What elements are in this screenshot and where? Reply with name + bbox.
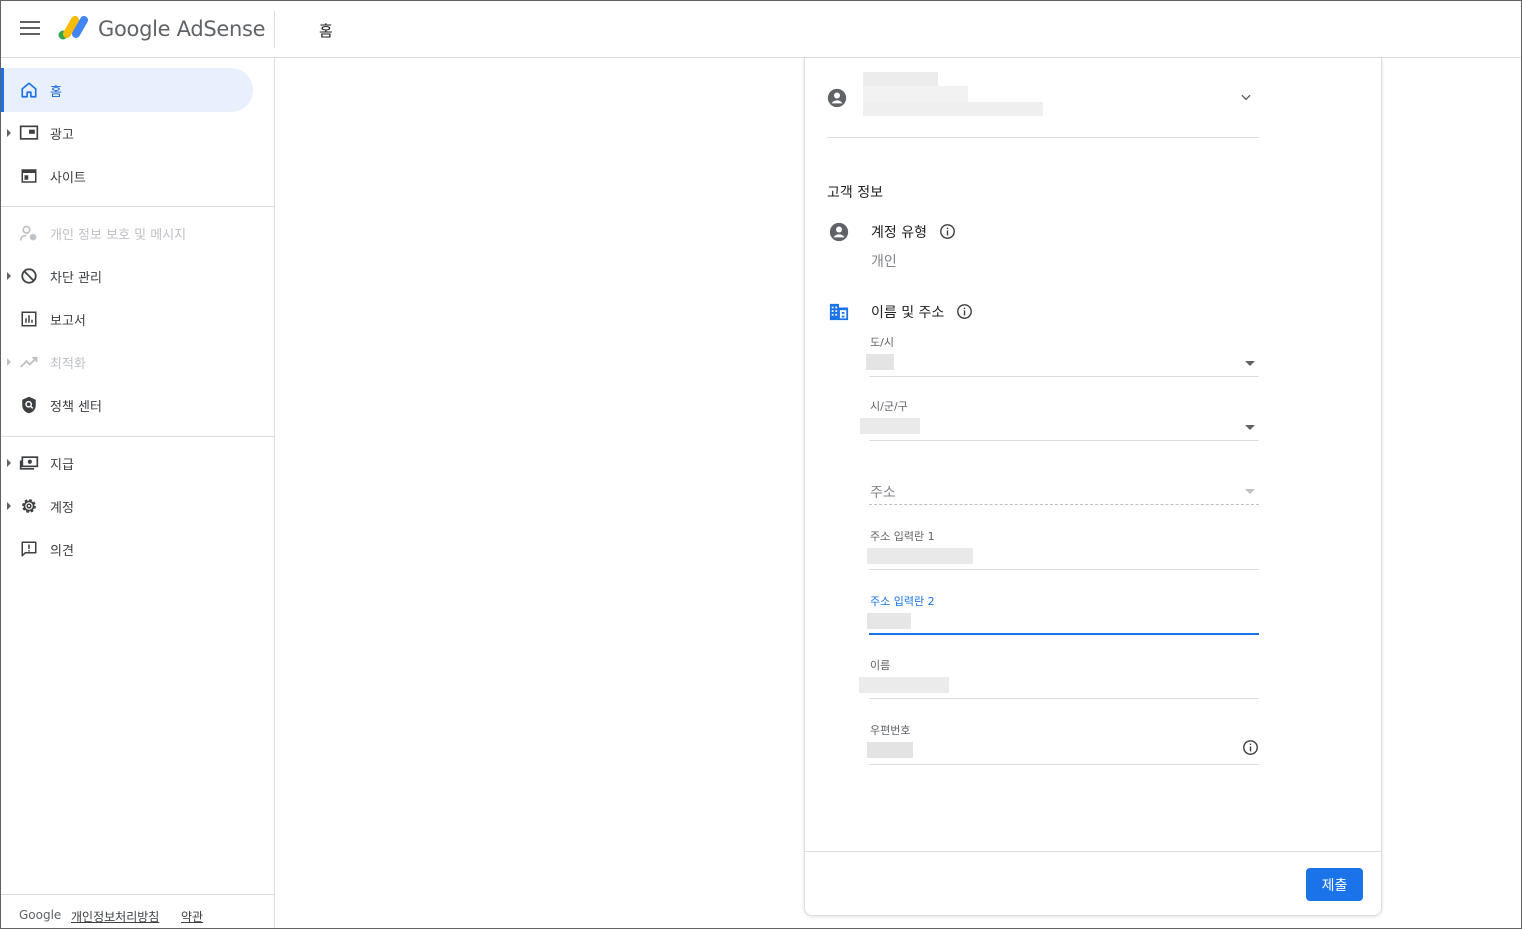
sidebar-divider bbox=[1, 436, 274, 437]
sidebar-item-policy-center[interactable]: 정책 센터 bbox=[1, 383, 253, 427]
account-selector[interactable] bbox=[827, 58, 1259, 138]
sidebar: 홈 광고 사이트 개인 정보 보호 및 메시지 차단 관리 보고서 최적화 정책… bbox=[1, 58, 275, 928]
sidebar-footer: Google 개인정보처리방침 약관 bbox=[1, 894, 274, 928]
chevron-down-icon bbox=[1241, 94, 1251, 101]
dropdown-arrow-icon bbox=[1245, 361, 1255, 366]
sidebar-item-label: 의견 bbox=[50, 543, 74, 559]
reports-icon bbox=[18, 308, 40, 330]
card-divider bbox=[805, 851, 1381, 852]
sidebar-item-label: 정책 센터 bbox=[50, 399, 102, 415]
payments-icon bbox=[18, 452, 40, 474]
expand-arrow-icon bbox=[7, 358, 11, 366]
expand-arrow-icon bbox=[7, 129, 11, 137]
page-title: 홈 bbox=[319, 22, 333, 40]
province-select[interactable]: 도/시 bbox=[866, 334, 1259, 377]
redacted-value bbox=[866, 354, 894, 370]
sidebar-item-privacy-messaging[interactable]: 개인 정보 보호 및 메시지 bbox=[1, 211, 253, 255]
field-label: 주소 입력란 1 bbox=[870, 530, 935, 543]
redacted-value bbox=[867, 613, 911, 629]
main-menu-button[interactable] bbox=[19, 18, 41, 40]
field-label: 주소 입력란 2 bbox=[870, 595, 935, 608]
postal-code-input[interactable]: 우편번호 bbox=[867, 722, 1259, 765]
sidebar-item-label: 차단 관리 bbox=[50, 270, 102, 286]
header-divider bbox=[274, 11, 275, 48]
account-type-label: 계정 유형 bbox=[871, 225, 927, 241]
sidebar-item-optimize[interactable]: 최적화 bbox=[1, 340, 253, 384]
section-title: 고객 정보 bbox=[827, 185, 883, 201]
info-icon[interactable] bbox=[1242, 739, 1259, 756]
dropdown-arrow-icon bbox=[1245, 425, 1255, 430]
redacted-block bbox=[863, 72, 938, 86]
field-label: 시/군/구 bbox=[870, 400, 908, 413]
sidebar-item-label: 지급 bbox=[50, 457, 74, 473]
sidebar-item-label: 계정 bbox=[50, 500, 74, 516]
optimize-icon bbox=[18, 351, 40, 373]
address-line2-input[interactable]: 주소 입력란 2 bbox=[867, 593, 1259, 635]
account-type-value: 개인 bbox=[871, 254, 897, 270]
block-icon bbox=[18, 265, 40, 287]
sidebar-item-home[interactable]: 홈 bbox=[1, 68, 253, 112]
home-icon bbox=[18, 79, 40, 101]
business-building-icon bbox=[829, 303, 849, 321]
sites-icon bbox=[18, 165, 40, 187]
privacy-policy-link[interactable]: 개인정보처리방침 bbox=[71, 908, 159, 925]
sidebar-item-payments[interactable]: 지급 bbox=[1, 441, 253, 485]
sidebar-item-label: 개인 정보 보호 및 메시지 bbox=[50, 227, 187, 243]
footer-google: Google bbox=[19, 908, 62, 922]
sidebar-item-label: 홈 bbox=[50, 84, 62, 100]
dropdown-arrow-icon bbox=[1245, 489, 1255, 494]
info-icon[interactable] bbox=[939, 223, 956, 240]
expand-arrow-icon bbox=[7, 502, 11, 510]
name-input[interactable]: 이름 bbox=[859, 657, 1259, 699]
redacted-value bbox=[860, 418, 920, 434]
expand-arrow-icon bbox=[7, 272, 11, 280]
account-circle-icon bbox=[827, 88, 847, 108]
submit-button[interactable]: 제출 bbox=[1306, 868, 1363, 901]
account-type-person-icon bbox=[829, 222, 849, 242]
sidebar-item-account[interactable]: 계정 bbox=[1, 484, 253, 528]
privacy-messaging-icon bbox=[18, 222, 40, 244]
app-header: Google AdSense 홈 bbox=[1, 1, 1521, 58]
sidebar-item-label: 보고서 bbox=[50, 313, 86, 329]
redacted-block bbox=[863, 102, 1043, 116]
field-label: 이름 bbox=[870, 659, 891, 672]
redacted-value bbox=[867, 548, 973, 564]
customer-info-card: 고객 정보 계정 유형 개인 이름 및 주소 도/시 시/군/구 주소 주소 입… bbox=[804, 58, 1382, 916]
address-select[interactable]: 주소 bbox=[869, 462, 1259, 505]
sidebar-divider bbox=[1, 206, 274, 207]
sidebar-item-label: 최적화 bbox=[50, 356, 86, 372]
name-address-label: 이름 및 주소 bbox=[871, 305, 945, 321]
address-line1-input[interactable]: 주소 입력란 1 bbox=[867, 528, 1259, 570]
sidebar-item-feedback[interactable]: 의견 bbox=[1, 527, 253, 571]
redacted-block bbox=[863, 86, 968, 102]
sidebar-item-label: 광고 bbox=[50, 127, 74, 143]
address-placeholder: 주소 bbox=[870, 485, 896, 501]
policy-shield-icon bbox=[18, 394, 40, 416]
adsense-logo bbox=[58, 16, 88, 40]
sidebar-item-label: 사이트 bbox=[50, 170, 86, 186]
sidebar-item-sites[interactable]: 사이트 bbox=[1, 154, 253, 198]
field-label: 우편번호 bbox=[870, 724, 911, 737]
field-label: 도/시 bbox=[870, 336, 894, 349]
redacted-value bbox=[859, 677, 949, 693]
terms-link[interactable]: 약관 bbox=[181, 908, 203, 925]
expand-arrow-icon bbox=[7, 459, 11, 467]
ads-icon bbox=[18, 122, 40, 144]
sidebar-item-ads[interactable]: 광고 bbox=[1, 111, 253, 155]
info-icon[interactable] bbox=[956, 303, 973, 320]
sidebar-item-blocking[interactable]: 차단 관리 bbox=[1, 254, 253, 298]
city-select[interactable]: 시/군/구 bbox=[860, 398, 1259, 441]
feedback-icon bbox=[18, 538, 40, 560]
gear-icon bbox=[18, 495, 40, 517]
brand-name: Google AdSense bbox=[98, 17, 266, 41]
sidebar-item-reports[interactable]: 보고서 bbox=[1, 297, 253, 341]
redacted-value bbox=[867, 742, 913, 758]
